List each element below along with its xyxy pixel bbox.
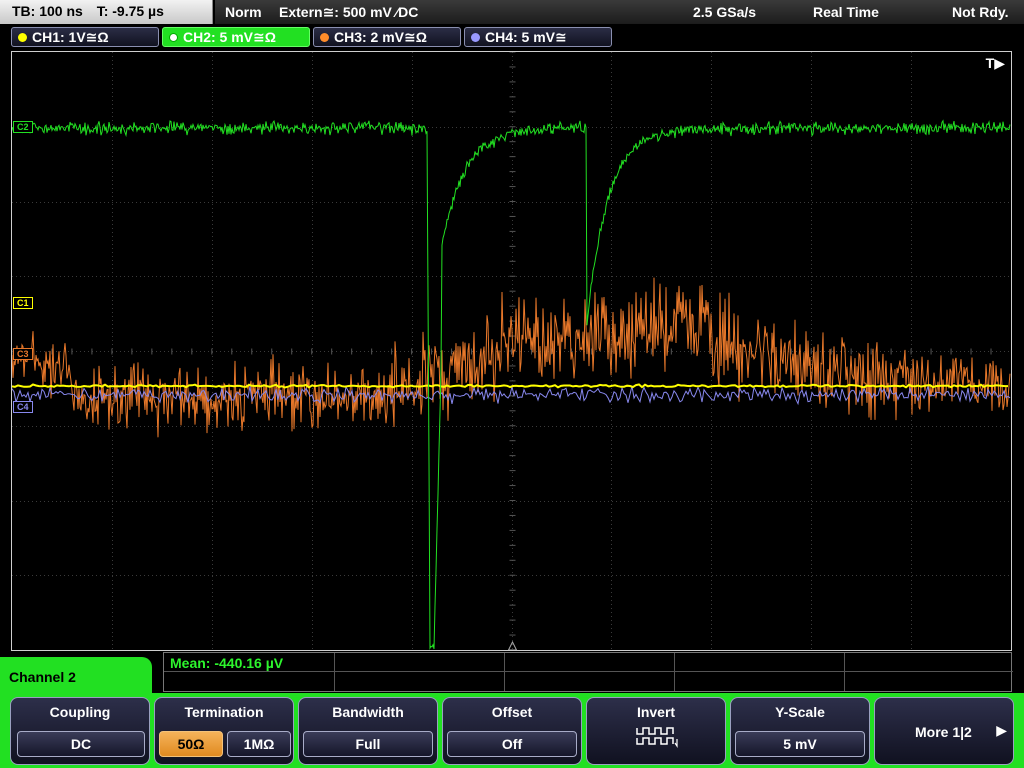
ch3-trace bbox=[12, 277, 1011, 438]
menu-title: Channel 2 bbox=[0, 657, 152, 697]
termination-title: Termination bbox=[184, 704, 264, 720]
ch1-trace bbox=[12, 383, 1008, 389]
y-scale-value: 5 mV bbox=[735, 731, 865, 757]
ch3-color-dot-icon bbox=[320, 33, 329, 42]
top-status-bar: TB: 100 ns T: -9.75 µs Norm Extern≅: 500… bbox=[0, 0, 1024, 24]
ch3-ref-marker[interactable]: C3 bbox=[13, 348, 33, 360]
invert-waveform-icon bbox=[636, 727, 678, 748]
offset-title: Offset bbox=[491, 704, 533, 720]
coupling-value: DC bbox=[17, 731, 145, 757]
offset-value: Off bbox=[447, 731, 577, 757]
sample-rate: 2.5 GSa/s bbox=[693, 4, 757, 20]
trigger-time-label: T: -9.75 µs bbox=[96, 3, 164, 19]
measurement-divider bbox=[164, 671, 1013, 672]
trigger-source[interactable]: Extern≅: 500 mV ⁄DC bbox=[279, 4, 418, 21]
more-label: More 1|2 bbox=[915, 724, 972, 740]
measurement-divider bbox=[334, 653, 335, 691]
ch2-color-dot-icon bbox=[169, 33, 178, 42]
invert-softkey[interactable]: Invert bbox=[586, 697, 726, 765]
timebase-label: TB: 100 ns bbox=[12, 3, 83, 19]
more-softkey[interactable]: More 1|2 ▶ bbox=[874, 697, 1014, 765]
right-arrow-icon: ▶ bbox=[996, 722, 1007, 738]
bandwidth-value: Full bbox=[303, 731, 433, 757]
coupling-title: Coupling bbox=[49, 704, 111, 720]
status-indicator: Not Rdy. bbox=[952, 4, 1009, 20]
acquisition-mode[interactable]: Norm bbox=[225, 4, 262, 20]
bandwidth-softkey[interactable]: Bandwidth Full bbox=[298, 697, 438, 765]
channel-tab-ch3[interactable]: CH3: 2 mV≅Ω bbox=[313, 27, 461, 47]
timebase-box[interactable]: TB: 100 ns T: -9.75 µs bbox=[0, 0, 213, 24]
ch4-ref-marker[interactable]: C4 bbox=[13, 401, 33, 413]
offset-softkey[interactable]: Offset Off bbox=[442, 697, 582, 765]
waveform-traces bbox=[12, 119, 1011, 650]
ch2-trace bbox=[12, 119, 1011, 650]
measurement-panel: Mean: -440.16 µV bbox=[163, 652, 1013, 692]
measurement-divider bbox=[674, 653, 675, 691]
ch1-label: CH1: 1V≅Ω bbox=[32, 29, 109, 45]
measurement-divider bbox=[844, 653, 845, 691]
channel-tab-ch1[interactable]: CH1: 1V≅Ω bbox=[11, 27, 159, 47]
ch4-color-dot-icon bbox=[471, 33, 480, 42]
acquisition-status-strip: Norm Extern≅: 500 mV ⁄DC 2.5 GSa/s Real … bbox=[215, 0, 1024, 24]
y-scale-title: Y-Scale bbox=[775, 704, 825, 720]
measurement-divider bbox=[504, 653, 505, 691]
mean-measurement: Mean: -440.16 µV bbox=[170, 655, 284, 671]
termination-softkey[interactable]: Termination 50Ω 1MΩ bbox=[154, 697, 294, 765]
ch4-label: CH4: 5 mV≅ bbox=[485, 29, 567, 45]
y-scale-softkey[interactable]: Y-Scale 5 mV bbox=[730, 697, 870, 765]
ch3-label: CH3: 2 mV≅Ω bbox=[334, 29, 427, 45]
coupling-softkey[interactable]: Coupling DC bbox=[10, 697, 150, 765]
termination-1mohm-option[interactable]: 1MΩ bbox=[227, 731, 291, 757]
ch2-label: CH2: 5 mV≅Ω bbox=[183, 29, 276, 45]
realtime-indicator: Real Time bbox=[813, 4, 879, 20]
termination-50ohm-option[interactable]: 50Ω bbox=[159, 731, 223, 757]
ch4-trace bbox=[12, 385, 1011, 406]
ch2-ref-marker[interactable]: C2 bbox=[13, 121, 33, 133]
trigger-position-marker: T▶ bbox=[985, 55, 1005, 71]
bandwidth-title: Bandwidth bbox=[332, 704, 404, 720]
ch1-color-dot-icon bbox=[18, 33, 27, 42]
ch1-ref-marker[interactable]: C1 bbox=[13, 297, 33, 309]
waveform-display[interactable]: T▶ C1 C3 C4 C2 bbox=[11, 51, 1012, 651]
channel-tab-ch4[interactable]: CH4: 5 mV≅ bbox=[464, 27, 612, 47]
invert-title: Invert bbox=[636, 704, 676, 720]
channel-tab-ch2[interactable]: CH2: 5 mV≅Ω bbox=[162, 27, 310, 47]
